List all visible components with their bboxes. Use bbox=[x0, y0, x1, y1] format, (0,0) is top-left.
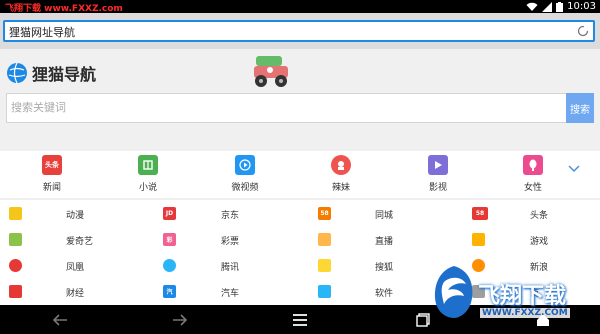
site-link-iqiyi[interactable] bbox=[9, 226, 22, 252]
clock: 10:03 bbox=[567, 1, 596, 12]
browser-screen: 飞翔下载 www.FXXZ.com 10:03 狸猫网址导航 狸猫导航 搜索关键… bbox=[0, 0, 600, 334]
search-bar: 搜索关键词 搜索 bbox=[6, 93, 594, 123]
news-icon: 头条 bbox=[42, 155, 62, 175]
menu-button[interactable] bbox=[290, 310, 310, 330]
category-news[interactable]: 头条 新闻 bbox=[22, 155, 82, 193]
category-label: 新闻 bbox=[42, 183, 61, 193]
phoenix-icon bbox=[9, 258, 22, 272]
watermark-badge: 飞翔下载 WWW.FXXZ.COM bbox=[432, 258, 600, 334]
play-icon bbox=[235, 155, 255, 175]
site-link-finance[interactable] bbox=[9, 278, 22, 304]
video-icon bbox=[428, 155, 448, 175]
site-label[interactable]: 财经 bbox=[66, 286, 84, 299]
logo-title: 狸猫导航 bbox=[32, 65, 97, 84]
site-link-phoenix[interactable] bbox=[9, 252, 22, 278]
site-link-anime[interactable] bbox=[9, 200, 22, 226]
category-label: 小说 bbox=[138, 183, 157, 193]
search-button[interactable]: 搜索 bbox=[566, 93, 594, 123]
address-text: 狸猫网址导航 bbox=[9, 26, 75, 39]
female-icon bbox=[523, 155, 543, 175]
tabs-icon bbox=[416, 313, 430, 327]
site-link-tencent[interactable] bbox=[163, 252, 176, 278]
58-icon: 58 bbox=[318, 206, 331, 220]
watermark-url: WWW.FXXZ.COM bbox=[480, 308, 570, 318]
category-women[interactable]: 女性 bbox=[503, 155, 563, 193]
lottery-icon: 彩 bbox=[163, 232, 176, 246]
site-label[interactable]: 游戏 bbox=[530, 234, 548, 247]
category-label: 女性 bbox=[523, 183, 542, 193]
category-micro-video[interactable]: 微视频 bbox=[215, 155, 275, 193]
watermark-title: 飞翔下载 bbox=[478, 284, 567, 309]
site-label[interactable]: 头条 bbox=[530, 208, 548, 221]
search-input[interactable]: 搜索关键词 bbox=[6, 93, 566, 123]
site-label[interactable]: 凤凰 bbox=[66, 260, 84, 273]
battery-icon bbox=[556, 1, 564, 12]
address-bar[interactable]: 狸猫网址导航 bbox=[3, 20, 595, 42]
finance-icon bbox=[9, 284, 22, 298]
category-novel[interactable]: 小说 bbox=[118, 155, 178, 193]
site-label[interactable]: 彩票 bbox=[221, 234, 239, 247]
girl-icon bbox=[331, 155, 351, 175]
site-link-car[interactable]: 汽 bbox=[163, 278, 176, 304]
doodle-car-icon[interactable] bbox=[250, 54, 292, 90]
tencent-icon bbox=[163, 258, 176, 272]
category-label: 微视频 bbox=[231, 183, 259, 193]
category-film[interactable]: 影视 bbox=[408, 155, 468, 193]
category-label: 辣妹 bbox=[331, 183, 350, 193]
site-link-sohu[interactable] bbox=[318, 252, 331, 278]
tabs-button[interactable] bbox=[413, 310, 433, 330]
site-link-game[interactable] bbox=[472, 226, 485, 252]
live-icon bbox=[318, 232, 331, 246]
chevron-down-icon[interactable] bbox=[568, 165, 580, 173]
site-link-lottery[interactable]: 彩 bbox=[163, 226, 176, 252]
watermark-logo-icon bbox=[434, 266, 473, 318]
site-label[interactable]: 爱奇艺 bbox=[66, 234, 93, 247]
toutiao-icon: 58 bbox=[472, 206, 488, 220]
site-link-live[interactable] bbox=[318, 226, 331, 252]
game-icon bbox=[472, 232, 485, 246]
site-label[interactable]: 搜狐 bbox=[375, 260, 393, 273]
arrow-right-icon bbox=[173, 314, 188, 326]
category-girls[interactable]: 辣妹 bbox=[311, 155, 371, 193]
sohu-icon bbox=[318, 258, 331, 272]
site-label[interactable]: 腾讯 bbox=[221, 260, 239, 273]
menu-icon bbox=[293, 314, 307, 326]
site-label[interactable]: 软件 bbox=[375, 286, 393, 299]
back-button[interactable] bbox=[50, 310, 70, 330]
category-label: 影视 bbox=[428, 183, 447, 193]
book-icon bbox=[138, 155, 158, 175]
category-row: 头条 新闻 小说 微视频 辣妹 影视 女性 bbox=[0, 151, 600, 199]
globe-icon bbox=[7, 62, 27, 84]
site-logo[interactable]: 狸猫导航 bbox=[6, 61, 96, 85]
anime-icon bbox=[9, 206, 22, 220]
car-icon: 汽 bbox=[163, 284, 176, 298]
reload-icon[interactable] bbox=[577, 25, 589, 37]
site-link-58[interactable]: 58 bbox=[318, 200, 331, 226]
status-bar: 飞翔下载 www.FXXZ.com 10:03 bbox=[0, 0, 600, 14]
site-label[interactable]: 京东 bbox=[221, 208, 239, 221]
site-link-jd[interactable]: JD bbox=[163, 200, 176, 226]
signal-icon bbox=[542, 1, 553, 12]
iqiyi-icon bbox=[9, 232, 22, 246]
wifi-icon bbox=[526, 2, 538, 11]
arrow-left-icon bbox=[52, 314, 67, 326]
site-link-toutiao[interactable]: 58 bbox=[472, 200, 488, 226]
software-icon bbox=[318, 284, 331, 298]
jd-icon: JD bbox=[163, 206, 176, 220]
site-link-software[interactable] bbox=[318, 278, 331, 304]
site-label[interactable]: 直播 bbox=[375, 234, 393, 247]
forward-button[interactable] bbox=[170, 310, 190, 330]
address-bar-area: 狸猫网址导航 bbox=[0, 13, 600, 49]
site-label[interactable]: 动漫 bbox=[66, 208, 84, 221]
site-label[interactable]: 同城 bbox=[375, 208, 393, 221]
status-icons: 10:03 bbox=[526, 0, 596, 13]
site-label[interactable]: 汽车 bbox=[221, 286, 239, 299]
